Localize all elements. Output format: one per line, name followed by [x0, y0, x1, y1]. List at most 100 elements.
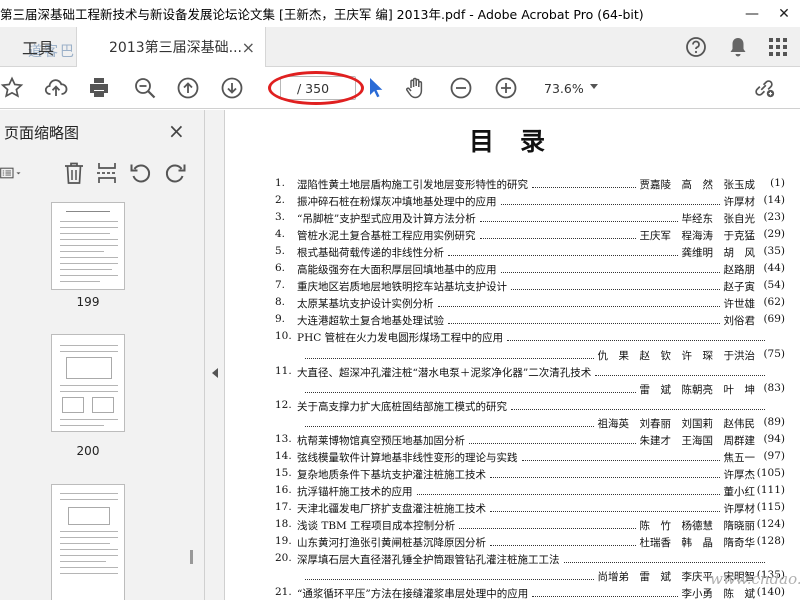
cloud-upload-icon[interactable]	[44, 76, 68, 100]
toc-number: 11.	[275, 364, 292, 377]
toc-title: 弦线模量软件计算地基非线性变形的理论与实践	[297, 451, 518, 464]
toc-page-number: (14)	[763, 194, 785, 207]
tab-tools[interactable]: 工具	[0, 27, 76, 67]
toc-row[interactable]: 13. 杭帮莱博物馆真空预压地基加固分析 朱建才 王海国 周群建 (94)	[275, 433, 785, 450]
toc-row[interactable]: 仇 果 赵 钦 许 琛 于洪治 (75)	[275, 348, 785, 365]
rotate-left-icon[interactable]	[128, 160, 154, 186]
tab-close-icon[interactable]: ×	[242, 38, 255, 57]
thumbnail-page-200[interactable]	[51, 334, 125, 432]
toc-row[interactable]: 祖海英 刘春丽 刘国莉 赵伟民 (89)	[275, 416, 785, 433]
select-cursor-icon[interactable]	[363, 76, 387, 100]
toc-number: 2.	[275, 194, 286, 207]
toc-row[interactable]: 14. 弦线模量软件计算地基非线性变形的理论与实践 焦五一 (97)	[275, 450, 785, 467]
toc-row[interactable]: 5. 根式基础荷载传递的非线性分析 龚维明 胡 风 (35)	[275, 245, 785, 262]
toc-page-number: (23)	[763, 211, 785, 224]
toc-leader-dots	[448, 255, 678, 257]
bell-icon[interactable]	[726, 35, 750, 59]
toc-title: 大连港超软土复合地基处理试验	[297, 315, 444, 328]
toc-number: 4.	[275, 228, 286, 241]
toc-title: “通浆循环平压”方法在接缝灌浆串层处理中的应用	[297, 588, 529, 600]
toc-row[interactable]: 尚增弟 雷 斌 李庆平 宋明智 (135)	[275, 569, 785, 586]
thumbnail-page-201[interactable]	[51, 484, 125, 600]
toc-title: 关于高支撑力扩大底桩固结部施工模式的研究	[297, 400, 507, 413]
watermark: www.cndao.com	[710, 570, 800, 588]
document-page: 目录 1. 湿陷性黄土地层盾构施工引发地层变形特性的研究 贾嘉陵 高 然 张玉成 (1…	[226, 110, 800, 600]
toc-author: 许厚材	[723, 196, 756, 209]
toc-row[interactable]: 雷 斌 陈朝亮 叶 坤 (83)	[275, 382, 785, 399]
insert-pages-icon[interactable]	[94, 160, 120, 186]
zoom-in-icon[interactable]	[494, 76, 518, 100]
tab-document[interactable]: 2013第三届深基础... ×	[76, 27, 266, 67]
toc-leader-dots	[438, 306, 720, 308]
toc-row[interactable]: 3. “吊脚桩”支护型式应用及计算方法分析 毕经东 张自光 (23)	[275, 211, 785, 228]
toc-row[interactable]: 8. 太原某基坑支护设计实例分析 许世雄 (62)	[275, 296, 785, 313]
tab-document-label: 2013第三届深基础...	[109, 40, 242, 56]
toc-row[interactable]: 17. 天津北疆发电厂挤扩支盘灌注桩施工技术 许厚材 (115)	[275, 501, 785, 518]
close-window-button[interactable]: ✕	[768, 0, 800, 27]
toc-row[interactable]: 16. 抗浮锚杆施工技术的应用 董小红 (111)	[275, 484, 785, 501]
bookmark-star-icon[interactable]	[0, 76, 24, 100]
toc-number: 13.	[275, 432, 292, 445]
toc-row[interactable]: 12. 关于高支撑力扩大底桩固结部施工模式的研究	[275, 399, 785, 416]
collapse-arrow-icon[interactable]	[212, 368, 218, 378]
toc-row[interactable]: 9. 大连港超软土复合地基处理试验 刘俗君 (69)	[275, 313, 785, 330]
print-icon[interactable]	[87, 76, 111, 100]
toc-title: 山东黄河打渔张引黄闸桩基沉降原因分析	[297, 537, 486, 550]
toc-row[interactable]: 19. 山东黄河打渔张引黄闸桩基沉降原因分析 杜瑞香 韩 晶 隋奇华 (128)	[275, 535, 785, 552]
rotate-right-icon[interactable]	[162, 160, 188, 186]
toc-title: 浅谈 TBM 工程项目成本控制分析	[297, 520, 456, 532]
zoom-level-select[interactable]: 73.6%	[530, 76, 604, 100]
toc-number: 17.	[275, 500, 292, 513]
toc-number: 5.	[275, 245, 286, 258]
toc-author: 赵子寅	[723, 281, 756, 294]
thumbnail-scrollbar[interactable]	[190, 550, 193, 564]
panel-close-icon[interactable]: ×	[168, 119, 185, 143]
apps-grid-icon[interactable]	[766, 35, 790, 59]
toc-title: 大直径、超深冲孔灌注桩“潜水电泵＋泥浆净化器”二次清孔技术	[297, 366, 592, 379]
zoom-search-icon[interactable]	[133, 76, 157, 100]
toc-row[interactable]: 6. 高能级强夯在大面积厚层回填地基中的应用 赵路朋 (44)	[275, 262, 785, 279]
toc-author: 毕经东 张自光	[681, 213, 756, 226]
next-page-icon[interactable]	[220, 76, 244, 100]
toc-page-number: (128)	[756, 535, 785, 548]
toc-row[interactable]: 4. 管桩水泥土复合基桩工程应用实例研究 王庆军 程海涛 于克猛 (29)	[275, 228, 785, 245]
toc-author: 董小红	[723, 485, 756, 498]
toc-number: 12.	[275, 398, 292, 411]
minimize-button[interactable]: —	[736, 0, 768, 27]
toc-leader-dots	[595, 374, 765, 376]
toc-number: 10.	[275, 330, 292, 343]
toc-title: 太原某基坑支护设计实例分析	[297, 298, 434, 311]
toc-number: 3.	[275, 211, 286, 224]
share-link-icon[interactable]	[752, 76, 776, 100]
toc-page-number: (97)	[763, 449, 785, 462]
panel-splitter[interactable]	[205, 110, 225, 600]
hand-tool-icon[interactable]	[404, 76, 428, 100]
toc-page-number: (94)	[763, 432, 785, 445]
toc-leader-dots	[459, 528, 636, 529]
toc-row[interactable]: 2. 振冲碎石桩在粉煤灰冲填地基处理中的应用 许厚材 (14)	[275, 194, 785, 211]
toc-number: 14.	[275, 449, 292, 462]
toc-number: 21.	[275, 586, 292, 599]
toc-row[interactable]: 11. 大直径、超深冲孔灌注桩“潜水电泵＋泥浆净化器”二次清孔技术	[275, 365, 785, 382]
toc-number: 15.	[275, 466, 292, 479]
toc-page-number: (62)	[763, 296, 785, 309]
thumbnail-page-199[interactable]	[51, 202, 125, 290]
zoom-level-value: 73.6%	[544, 80, 584, 96]
toc-leader-dots	[522, 459, 720, 461]
toc-row[interactable]: 18. 浅谈 TBM 工程项目成本控制分析 陈 竹 杨德慧 隋晓丽 (124)	[275, 518, 785, 535]
toc-row[interactable]: 7. 重庆地区岩质地层地铁明挖车站基坑支护设计 赵子寅 (54)	[275, 279, 785, 296]
delete-trash-icon[interactable]	[61, 160, 87, 186]
toc-row[interactable]: 20. 深厚填石层大直径潜孔锤全护筒跟管钻孔灌注桩施工工法	[275, 552, 785, 569]
thumbnail-label: 199	[76, 295, 100, 309]
toc-row[interactable]: 1. 湿陷性黄土地层盾构施工引发地层变形特性的研究 贾嘉陵 高 然 张玉成 (1)	[275, 177, 785, 194]
toc-page-number: (105)	[756, 466, 785, 479]
previous-page-icon[interactable]	[176, 76, 200, 100]
toc-row[interactable]: 15. 复杂地质条件下基坑支护灌注桩施工技术 许厚杰 (105)	[275, 467, 785, 484]
options-menu-icon[interactable]	[0, 160, 26, 186]
toc-row[interactable]: 21. “通浆循环平压”方法在接缝灌浆串层处理中的应用 李小勇 陈 斌 (140)	[275, 586, 785, 600]
toc-row[interactable]: 10. PHC 管桩在火力发电圆形煤场工程中的应用	[275, 330, 785, 347]
zoom-out-icon[interactable]	[449, 76, 473, 100]
help-icon[interactable]	[684, 35, 708, 59]
toc-number: 20.	[275, 552, 292, 565]
toc-leader-dots	[490, 545, 636, 547]
